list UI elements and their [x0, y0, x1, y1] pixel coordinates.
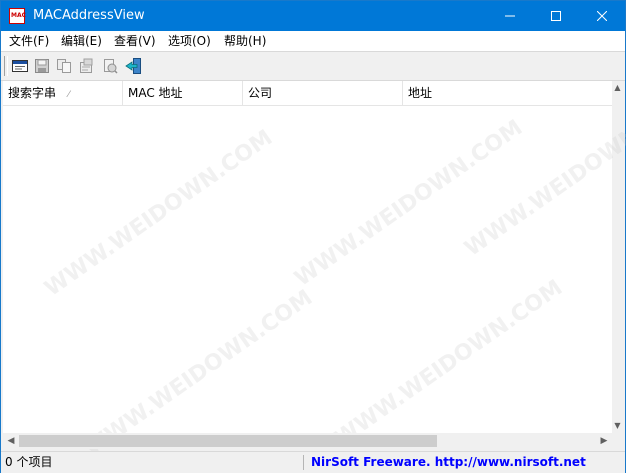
app-icon-text: MAC	[11, 12, 27, 19]
column-mac-address[interactable]: MAC 地址	[123, 81, 243, 105]
results-list[interactable]: 搜索字串 ⁄ MAC 地址 公司 地址 ▲ ▼ WWW.WEIDOWN.COM W…	[3, 81, 626, 462]
properties-button[interactable]	[76, 56, 96, 76]
scroll-right-icon[interactable]: ▶	[596, 433, 612, 449]
exit-button[interactable]	[124, 56, 144, 76]
maximize-button[interactable]	[533, 1, 579, 31]
save-button[interactable]	[32, 56, 52, 76]
properties-icon	[80, 58, 93, 73]
vertical-scrollbar[interactable]: ▲ ▼	[612, 81, 623, 433]
scroll-left-icon[interactable]: ◀	[3, 433, 19, 449]
find-button[interactable]	[10, 56, 30, 76]
close-button[interactable]	[579, 1, 625, 31]
copy-button[interactable]	[54, 56, 74, 76]
scroll-down-icon[interactable]: ▼	[612, 419, 623, 433]
menu-file[interactable]: 文件(F)	[7, 31, 51, 51]
menu-help[interactable]: 帮助(H)	[222, 31, 268, 51]
maximize-icon	[551, 11, 561, 21]
app-icon: MAC	[9, 8, 27, 24]
menu-edit[interactable]: 编辑(E)	[59, 31, 104, 51]
sort-indicator-icon: ⁄	[68, 90, 70, 100]
menu-view[interactable]: 查看(V)	[112, 31, 158, 51]
watermark: WWW.WEIDOWN.COM	[40, 125, 278, 302]
watermark: WWW.WEIDOWN.COM	[330, 275, 568, 452]
minimize-icon	[505, 15, 515, 17]
exit-icon	[125, 58, 141, 74]
column-search-string[interactable]: 搜索字串 ⁄	[3, 81, 123, 105]
scroll-up-icon[interactable]: ▲	[612, 81, 623, 95]
column-company[interactable]: 公司	[243, 81, 403, 105]
copy-icon	[57, 59, 71, 73]
toolbar-grip[interactable]	[4, 56, 8, 76]
window-title: MACAddressView	[33, 8, 145, 23]
horizontal-scroll-thumb[interactable]	[19, 435, 437, 447]
html-report-icon	[104, 59, 118, 74]
watermark: WWW.WEIDOWN.COM	[290, 115, 528, 292]
app-window: MAC MACAddressView 文件(F) 编辑(E) 查看(V) 选项(…	[0, 0, 626, 473]
column-header: 搜索字串 ⁄ MAC 地址 公司 地址	[3, 81, 612, 106]
title-bar[interactable]: MAC MACAddressView	[1, 1, 625, 31]
watermark: WWW.WEIDOWN.COM	[460, 85, 626, 262]
column-address[interactable]: 地址	[403, 81, 612, 105]
item-count: 0 个项目	[5, 455, 53, 469]
status-bar: 0 个项目 NirSoft Freeware. http://www.nirso…	[1, 451, 625, 473]
find-icon	[12, 60, 28, 72]
toolbar	[1, 51, 625, 81]
horizontal-scrollbar[interactable]: ◀ ▶	[3, 433, 612, 449]
menu-options[interactable]: 选项(O)	[166, 31, 213, 51]
close-icon	[597, 11, 607, 21]
html-report-button[interactable]	[100, 56, 120, 76]
minimize-button[interactable]	[487, 1, 533, 31]
scrollbar-corner	[612, 433, 623, 449]
menu-bar: 文件(F) 编辑(E) 查看(V) 选项(O) 帮助(H)	[1, 31, 625, 51]
status-divider	[303, 455, 304, 470]
column-search-string-label: 搜索字串	[8, 86, 57, 100]
nirsoft-link[interactable]: NirSoft Freeware. http://www.nirsoft.net	[311, 452, 586, 473]
save-icon	[35, 59, 49, 73]
